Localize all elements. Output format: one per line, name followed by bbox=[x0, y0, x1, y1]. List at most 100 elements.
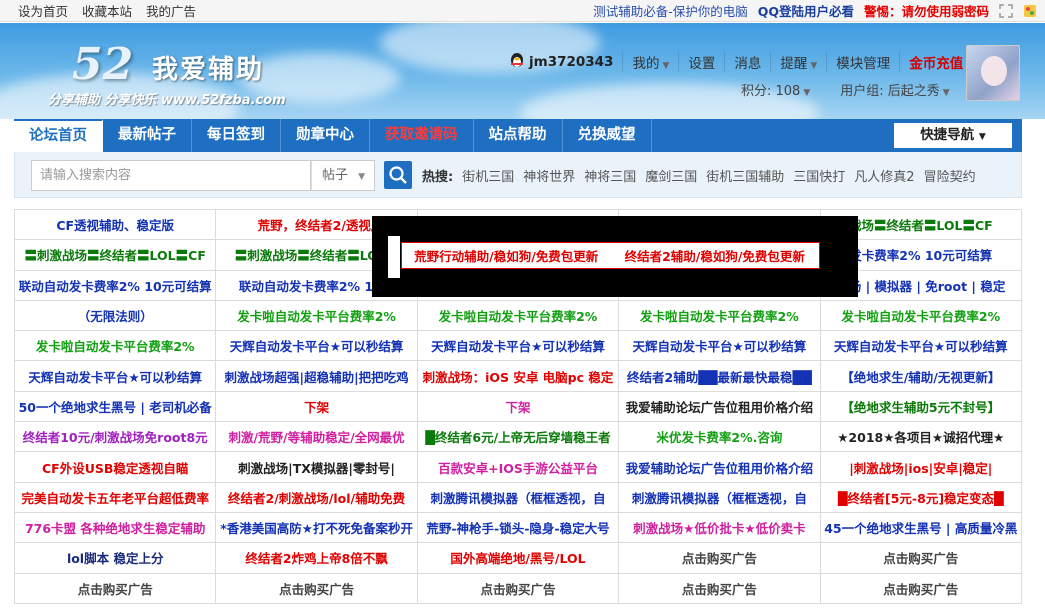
logo-text[interactable]: 我爱辅助 bbox=[152, 49, 264, 86]
popup-left-bar bbox=[388, 236, 400, 278]
ad-cell[interactable]: 点击购买广告 bbox=[819, 572, 1023, 604]
ad-cell[interactable]: （无限法则） bbox=[13, 299, 217, 332]
ad-row: （无限法则） 发卡啦自动发卡平台费率2% 发卡啦自动发卡平台费率2% 发卡啦自动发卡平… bbox=[13, 299, 1023, 332]
bookmark-link[interactable]: 收藏本站 bbox=[82, 4, 132, 19]
ad-cell[interactable]: 776卡盟 各种绝地求生稳定辅助 bbox=[13, 511, 217, 544]
ad-cell[interactable]: 点击购买广告 bbox=[13, 572, 217, 604]
ad-cell[interactable]: 刺激腾讯模拟器（框框透视，自 bbox=[618, 481, 821, 513]
ad-cell[interactable]: 点击购买广告 bbox=[215, 572, 418, 604]
ad-cell[interactable]: *香港美国高防★打不死免备案秒开 bbox=[215, 511, 418, 544]
ad-cell[interactable]: 天辉自动发卡平台★可以秒结算 bbox=[416, 330, 620, 362]
avatar[interactable] bbox=[966, 45, 1020, 101]
hot-search-label: 热搜: bbox=[422, 170, 454, 185]
fullscreen-icon[interactable] bbox=[999, 3, 1013, 18]
ad-cell[interactable]: 我爱辅助论坛广告位租用价格介绍 bbox=[618, 451, 821, 483]
tab-medal-center[interactable]: 勋章中心 bbox=[281, 119, 370, 152]
ad-cell[interactable]: █终结者6元/上帝无后穿墙稳王者 bbox=[416, 421, 620, 453]
menu-my[interactable]: 我的 ▼ bbox=[622, 51, 678, 72]
ad-cell[interactable]: 发卡啦自动发卡平台费率2% bbox=[215, 299, 418, 332]
ad-cell[interactable]: 下架 bbox=[416, 390, 620, 423]
user-group[interactable]: 用户组: 后起之秀 ▼ bbox=[840, 80, 949, 99]
ad-cell[interactable]: 联动自动发卡费率2% 10元可结算 bbox=[13, 269, 217, 301]
tab-exchange-prestige[interactable]: 兑换威望 bbox=[563, 119, 652, 152]
ad-cell[interactable]: 刺激/荒野/等辅助稳定/全网最优 bbox=[215, 421, 418, 453]
ad-cell[interactable]: 刺激战场：iOS 安卓 电脑pc 稳定 bbox=[416, 360, 620, 392]
ad-cell[interactable]: 下架 bbox=[215, 390, 418, 423]
ad-cell[interactable]: 天辉自动发卡平台★可以秒结算 bbox=[215, 330, 418, 362]
hot-search-item[interactable]: 凡人修真2 bbox=[854, 166, 914, 185]
ad-cell[interactable]: 终结者2辅助██最新最快最稳██ bbox=[618, 360, 821, 392]
menu-settings[interactable]: 设置 bbox=[678, 51, 724, 72]
hot-search-item[interactable]: 三国快打 bbox=[793, 166, 845, 185]
menu-messages[interactable]: 消息 bbox=[724, 51, 770, 72]
tab-latest-posts[interactable]: 最新帖子 bbox=[103, 119, 192, 152]
ad-cell[interactable]: CF外设USB稳定透视自瞄 bbox=[13, 451, 217, 483]
ad-cell[interactable]: █终结者[5元-8元]稳定变态█ bbox=[819, 481, 1023, 513]
hot-search-item[interactable]: 神将三国 bbox=[584, 166, 636, 185]
ad-cell[interactable]: 终结者2炸鸡上帝8倍不飘 bbox=[215, 542, 418, 574]
ad-cell[interactable]: 刺激腾讯模拟器（框框透视，自 bbox=[416, 481, 620, 513]
tab-daily-checkin[interactable]: 每日签到 bbox=[192, 119, 281, 152]
notice-link-password[interactable]: 警惕：请勿使用弱密码 bbox=[864, 1, 989, 20]
hot-search-item[interactable]: 街机三国辅助 bbox=[706, 166, 784, 185]
ad-cell[interactable]: 发卡啦自动发卡平台费率2% bbox=[618, 299, 821, 332]
search-button[interactable] bbox=[384, 161, 412, 189]
search-input[interactable]: 请输入搜索内容 bbox=[31, 160, 311, 191]
hot-search-item[interactable]: 街机三国 bbox=[462, 166, 514, 185]
ad-cell[interactable]: 发卡啦自动发卡平台费率2% bbox=[819, 299, 1023, 332]
search-type-select[interactable]: 帖子 ▼ bbox=[311, 160, 375, 191]
ad-cell[interactable]: CF透视辅助、稳定版 bbox=[13, 208, 217, 241]
hot-search-item[interactable]: 冒险契约 bbox=[924, 166, 976, 185]
ad-cell[interactable]: 【绝地求生/辅助/无视更新】 bbox=[819, 360, 1023, 392]
tab-forum-home[interactable]: 论坛首页 bbox=[14, 118, 103, 153]
ad-cell[interactable]: 〓刺激战场〓终结者〓LOL〓CF bbox=[13, 239, 217, 271]
notice-link-qq[interactable]: QQ登陆用户必看 bbox=[758, 1, 854, 20]
user-name-item[interactable]: jm3720343 bbox=[500, 51, 622, 72]
popup-ad-link-left[interactable]: 荒野行动辅助/稳如狗/免费包更新 bbox=[402, 246, 611, 265]
username[interactable]: jm3720343 bbox=[529, 54, 613, 70]
my-ads-link[interactable]: 我的广告 bbox=[146, 4, 196, 19]
ad-cell[interactable]: |刺激战场|ios|安卓|稳定| bbox=[819, 451, 1023, 483]
ad-cell[interactable]: 完美自动发卡五年老平台超低费率 bbox=[13, 481, 217, 513]
hot-search-item[interactable]: 神将世界 bbox=[523, 166, 575, 185]
ad-cell[interactable]: 刺激战场★低价批卡★低价卖卡 bbox=[618, 511, 821, 544]
ad-cell[interactable]: 发卡啦自动发卡平台费率2% bbox=[13, 330, 217, 362]
ad-cell[interactable]: 点击购买广告 bbox=[618, 542, 821, 574]
tab-site-help[interactable]: 站点帮助 bbox=[474, 119, 563, 152]
ad-cell[interactable]: 百款安卓+IOS手游公益平台 bbox=[416, 451, 620, 483]
logo-number[interactable]: 52 bbox=[72, 39, 133, 90]
quick-nav-button[interactable]: 快捷导航 ▼ bbox=[894, 123, 1012, 148]
popup-ad-link-right[interactable]: 终结者2辅助/稳如狗/免费包更新 bbox=[611, 246, 820, 265]
ad-cell[interactable]: 荒野-神枪手-锁头-隐身-稳定大号 bbox=[416, 511, 620, 544]
ad-cell[interactable]: ★2018★各项目★诚招代理★ bbox=[819, 421, 1023, 453]
menu-reminders[interactable]: 提醒 ▼ bbox=[770, 51, 826, 72]
ad-cell[interactable]: 天辉自动发卡平台★可以秒结算 bbox=[819, 330, 1023, 362]
ad-cell[interactable]: 45一个绝地求生黑号 | 高质量冷黑 bbox=[819, 511, 1023, 544]
ad-cell[interactable]: 我爱辅助论坛广告位租用价格介绍 bbox=[618, 390, 821, 423]
ad-cell[interactable]: 终结者10元/刺激战场免root8元 bbox=[13, 421, 217, 453]
ad-cell[interactable]: 天辉自动发卡平台★可以秒结算 bbox=[618, 330, 821, 362]
color-theme-icon[interactable] bbox=[1023, 4, 1037, 18]
ad-cell[interactable]: 刺激战场|TX模拟器|零封号| bbox=[215, 451, 418, 483]
menu-gold-recharge[interactable]: 金币充值 bbox=[899, 51, 972, 72]
ad-cell[interactable]: 刺激战场超强|超稳辅助|把把吃鸡 bbox=[215, 360, 418, 392]
ad-cell[interactable]: 国外高端绝地/黑号/LOL bbox=[416, 542, 620, 574]
hot-search-item[interactable]: 魔剑三国 bbox=[645, 166, 697, 185]
ad-cell[interactable]: 点击购买广告 bbox=[618, 572, 821, 604]
search-type-label: 帖子 bbox=[322, 168, 349, 183]
ad-cell[interactable]: 终结者2/刺激战场/lol/辅助免费 bbox=[215, 481, 418, 513]
ad-cell[interactable]: 发卡啦自动发卡平台费率2% bbox=[416, 299, 620, 332]
ad-cell[interactable]: 点击购买广告 bbox=[819, 542, 1023, 574]
notice-link-protect[interactable]: 测试辅助必备-保护你的电脑 bbox=[593, 1, 748, 20]
set-homepage-link[interactable]: 设为首页 bbox=[18, 4, 68, 19]
ad-cell[interactable]: 50一个绝地求生黑号 | 老司机必备 bbox=[13, 390, 217, 423]
user-points[interactable]: 积分: 108 ▼ bbox=[741, 80, 810, 99]
ad-row: 完美自动发卡五年老平台超低费率 终结者2/刺激战场/lol/辅助免费 刺激腾讯模拟器… bbox=[13, 481, 1023, 513]
menu-module-manage[interactable]: 模块管理 bbox=[826, 51, 899, 72]
ad-cell[interactable]: 点击购买广告 bbox=[416, 572, 620, 604]
ad-cell[interactable]: 米优发卡费率2%.咨询 bbox=[618, 421, 821, 453]
tab-get-invite-code[interactable]: 获取邀请码 bbox=[370, 119, 474, 152]
ad-cell[interactable]: 天辉自动发卡平台★可以秒结算 bbox=[13, 360, 217, 392]
ad-cell[interactable]: lol脚本 稳定上分 bbox=[13, 542, 217, 574]
ad-cell[interactable]: 【绝地求生辅助5元不封号】 bbox=[819, 390, 1023, 423]
